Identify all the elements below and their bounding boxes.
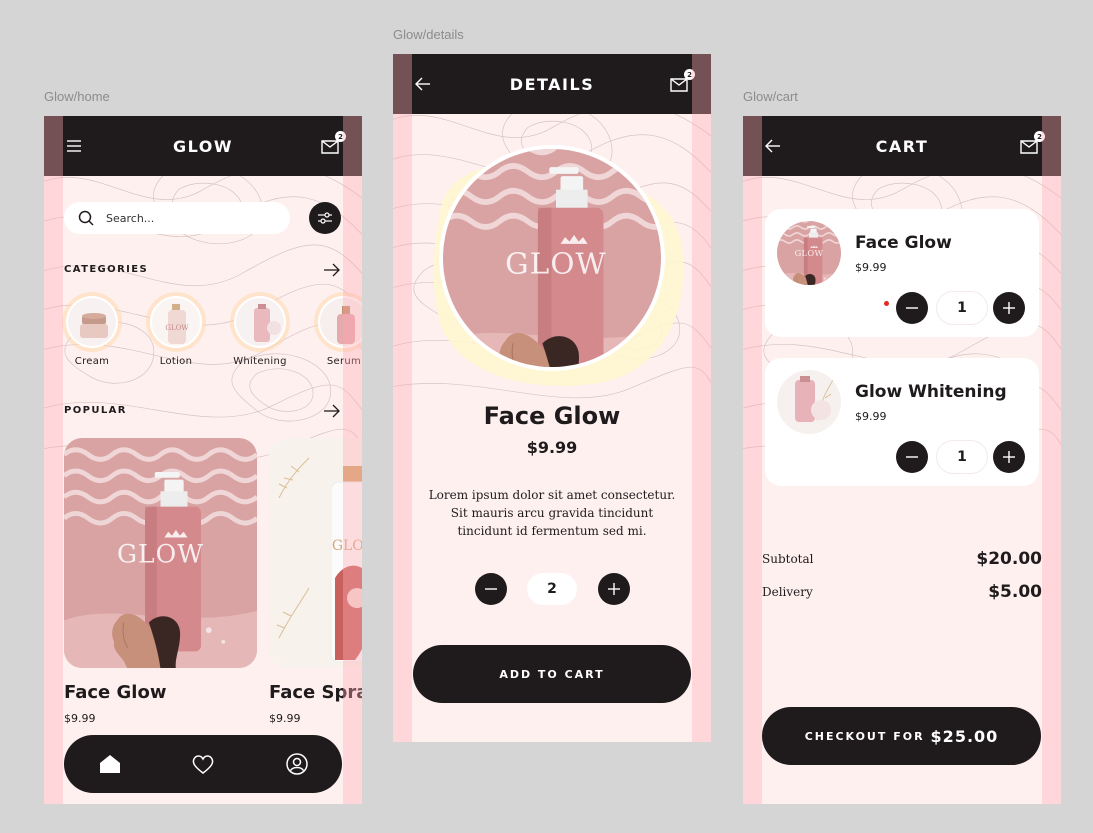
decrease-quantity-button[interactable]	[896, 292, 928, 324]
add-to-cart-button[interactable]: ADD TO CART	[413, 645, 691, 703]
svg-text:GLOW: GLOW	[165, 324, 189, 332]
product-card-face-spray[interactable]: GLOW	[269, 438, 362, 668]
details-title: DETAILS	[509, 74, 595, 94]
product-name: Face Spray	[269, 682, 362, 703]
popular-heading: POPULAR	[64, 405, 127, 416]
home-screen: GLOW 2 Search... CATEGORIES Cream GLOW L…	[44, 116, 362, 804]
plus-icon	[1003, 302, 1015, 314]
product-price: $9.99	[526, 438, 578, 457]
product-price: $9.99	[269, 712, 301, 725]
cart-item-price: $9.99	[855, 410, 887, 423]
subtotal-value: $20.00	[976, 549, 1042, 569]
categories-arrow-icon[interactable]	[323, 263, 341, 277]
cart-item-glow-whitening: Glow Whitening $9.99 1	[765, 358, 1039, 486]
decrease-quantity-button[interactable]	[896, 441, 928, 473]
categories-heading: CATEGORIES	[64, 264, 149, 275]
status-dot	[884, 301, 889, 306]
cart-item-name: Face Glow	[855, 233, 952, 253]
serum-bottle-icon	[318, 296, 362, 348]
product-card-face-glow[interactable]	[64, 438, 257, 668]
delivery-label: Delivery	[762, 585, 813, 599]
search-placeholder: Search...	[106, 211, 155, 225]
frame-label-cart: Glow/cart	[743, 89, 798, 104]
cart-icon[interactable]: 2	[1019, 131, 1045, 156]
quantity-value: 2	[527, 573, 577, 605]
minus-icon	[906, 307, 918, 309]
product-name: Face Glow	[64, 682, 167, 703]
product-description: Lorem ipsum dolor sit amet consectetur. …	[428, 488, 676, 538]
checkout-amount: $25.00	[930, 726, 999, 746]
menu-icon[interactable]	[64, 136, 84, 156]
quantity-value: 1	[937, 441, 987, 473]
checkout-label: CHECKOUT FOR	[804, 729, 925, 743]
delivery-value: $5.00	[988, 582, 1042, 602]
lotion-bottle-icon: GLOW	[150, 296, 202, 348]
subtotal-label: Subtotal	[762, 552, 814, 566]
back-arrow-icon[interactable]	[763, 136, 783, 156]
cart-badge: 2	[684, 69, 695, 80]
cart-title: CART	[875, 136, 929, 156]
whitening-tube-icon	[234, 296, 286, 348]
details-top-bar: DETAILS 2	[393, 54, 711, 114]
categories-list: Cream GLOW Lotion Whitening Serum	[64, 296, 362, 376]
cart-badge: 2	[1034, 131, 1045, 142]
cart-top-bar: CART 2	[743, 116, 1061, 176]
face-spray-product-image: GLOW	[269, 438, 362, 668]
frame-label-home: Glow/home	[44, 89, 110, 104]
search-input[interactable]: Search...	[64, 202, 290, 234]
cart-item-name: Glow Whitening	[855, 382, 1007, 402]
brand-title: GLOW	[172, 136, 233, 156]
increase-quantity-button[interactable]	[993, 441, 1025, 473]
back-arrow-icon[interactable]	[413, 74, 433, 94]
decrease-quantity-button[interactable]	[475, 573, 507, 605]
cart-item-image	[777, 221, 841, 285]
bottom-navigation	[64, 735, 342, 793]
details-screen: DETAILS 2 Face Glow $9.99 Lorem ipsum do…	[393, 54, 711, 742]
filter-button[interactable]	[309, 202, 341, 234]
cart-badge: 2	[335, 131, 346, 142]
increase-quantity-button[interactable]	[598, 573, 630, 605]
category-cream[interactable]: Cream	[62, 296, 122, 367]
minus-icon	[485, 588, 497, 590]
minus-icon	[906, 456, 918, 458]
category-whitening[interactable]: Whitening	[230, 296, 290, 367]
category-label: Cream	[74, 356, 110, 367]
popular-arrow-icon[interactable]	[323, 404, 341, 418]
home-top-bar: GLOW 2	[44, 116, 362, 176]
cart-item-face-glow: Face Glow $9.99 1	[765, 209, 1039, 337]
quantity-value: 1	[937, 292, 987, 324]
category-lotion[interactable]: GLOW Lotion	[146, 296, 206, 367]
cart-icon[interactable]: 2	[320, 131, 346, 156]
category-serum[interactable]: Serum	[314, 296, 362, 367]
product-hero-image	[439, 145, 665, 371]
cart-screen: CART 2 Face Glow $9.99 1 Glow Whitening …	[743, 116, 1061, 804]
svg-text:GLOW: GLOW	[332, 538, 362, 554]
category-label: Serum	[326, 356, 362, 367]
plus-icon	[1003, 451, 1015, 463]
sliders-icon	[318, 212, 332, 224]
category-label: Whitening	[233, 356, 287, 367]
plus-icon	[608, 583, 620, 595]
category-label: Lotion	[159, 356, 193, 367]
increase-quantity-button[interactable]	[993, 292, 1025, 324]
frame-label-details: Glow/details	[393, 27, 464, 42]
checkout-button[interactable]: CHECKOUT FOR $25.00	[762, 707, 1041, 765]
product-name: Face Glow	[483, 402, 621, 430]
cart-item-price: $9.99	[855, 261, 887, 274]
profile-icon[interactable]	[285, 752, 309, 776]
product-price: $9.99	[64, 712, 96, 725]
search-icon	[78, 210, 94, 226]
home-icon[interactable]	[98, 752, 122, 776]
cream-jar-icon	[66, 296, 118, 348]
cart-item-image	[777, 370, 841, 434]
heart-icon[interactable]	[191, 752, 215, 776]
face-glow-product-image	[64, 438, 257, 668]
cart-icon[interactable]: 2	[669, 69, 695, 94]
